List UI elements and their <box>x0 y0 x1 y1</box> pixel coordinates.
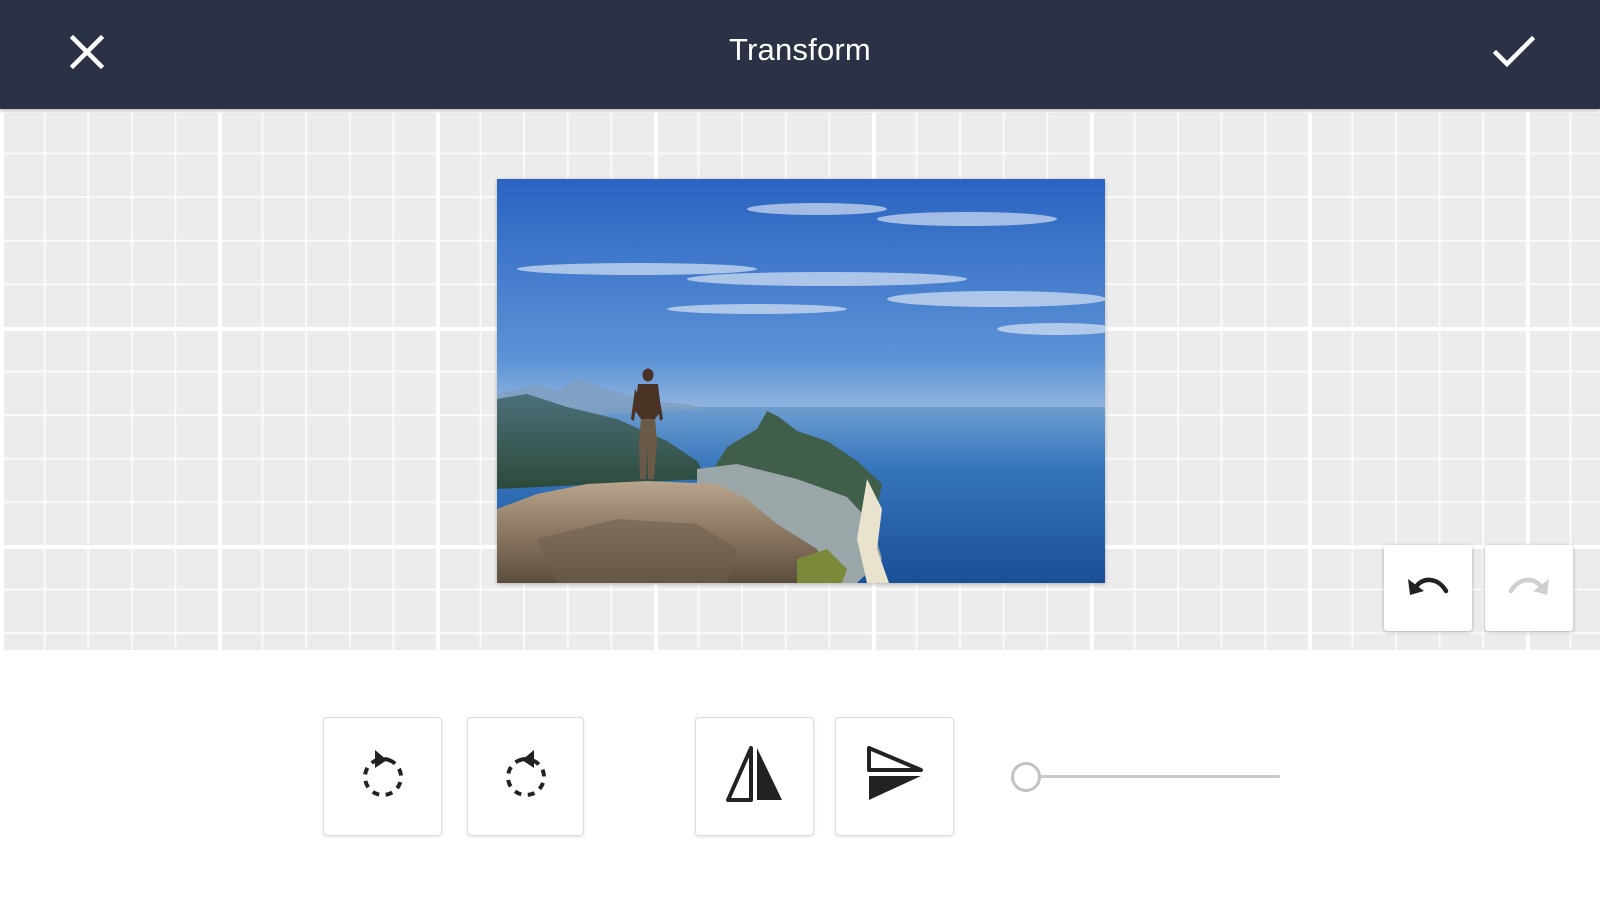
rotate-right-button[interactable] <box>467 717 584 836</box>
check-icon <box>1492 32 1536 77</box>
undo-button[interactable] <box>1384 545 1472 631</box>
flip-vertical-button[interactable] <box>835 717 954 836</box>
flip-horizontal-icon <box>725 744 785 809</box>
confirm-button[interactable] <box>1482 22 1546 86</box>
slider-track <box>1026 775 1280 778</box>
slider-thumb[interactable] <box>1011 762 1041 792</box>
photo-illustration <box>497 179 1105 583</box>
page-title: Transform <box>729 32 871 67</box>
rotate-left-icon <box>357 746 409 807</box>
straighten-slider[interactable] <box>1010 760 1280 794</box>
redo-button[interactable] <box>1485 545 1573 631</box>
photo-image[interactable] <box>497 179 1105 583</box>
undo-icon <box>1404 571 1452 606</box>
redo-icon <box>1505 571 1553 606</box>
flip-horizontal-button[interactable] <box>695 717 814 836</box>
rotate-right-icon <box>500 746 552 807</box>
flip-vertical-icon <box>865 744 925 809</box>
top-app-bar: Transform <box>0 0 1600 109</box>
rotate-left-button[interactable] <box>323 717 442 836</box>
